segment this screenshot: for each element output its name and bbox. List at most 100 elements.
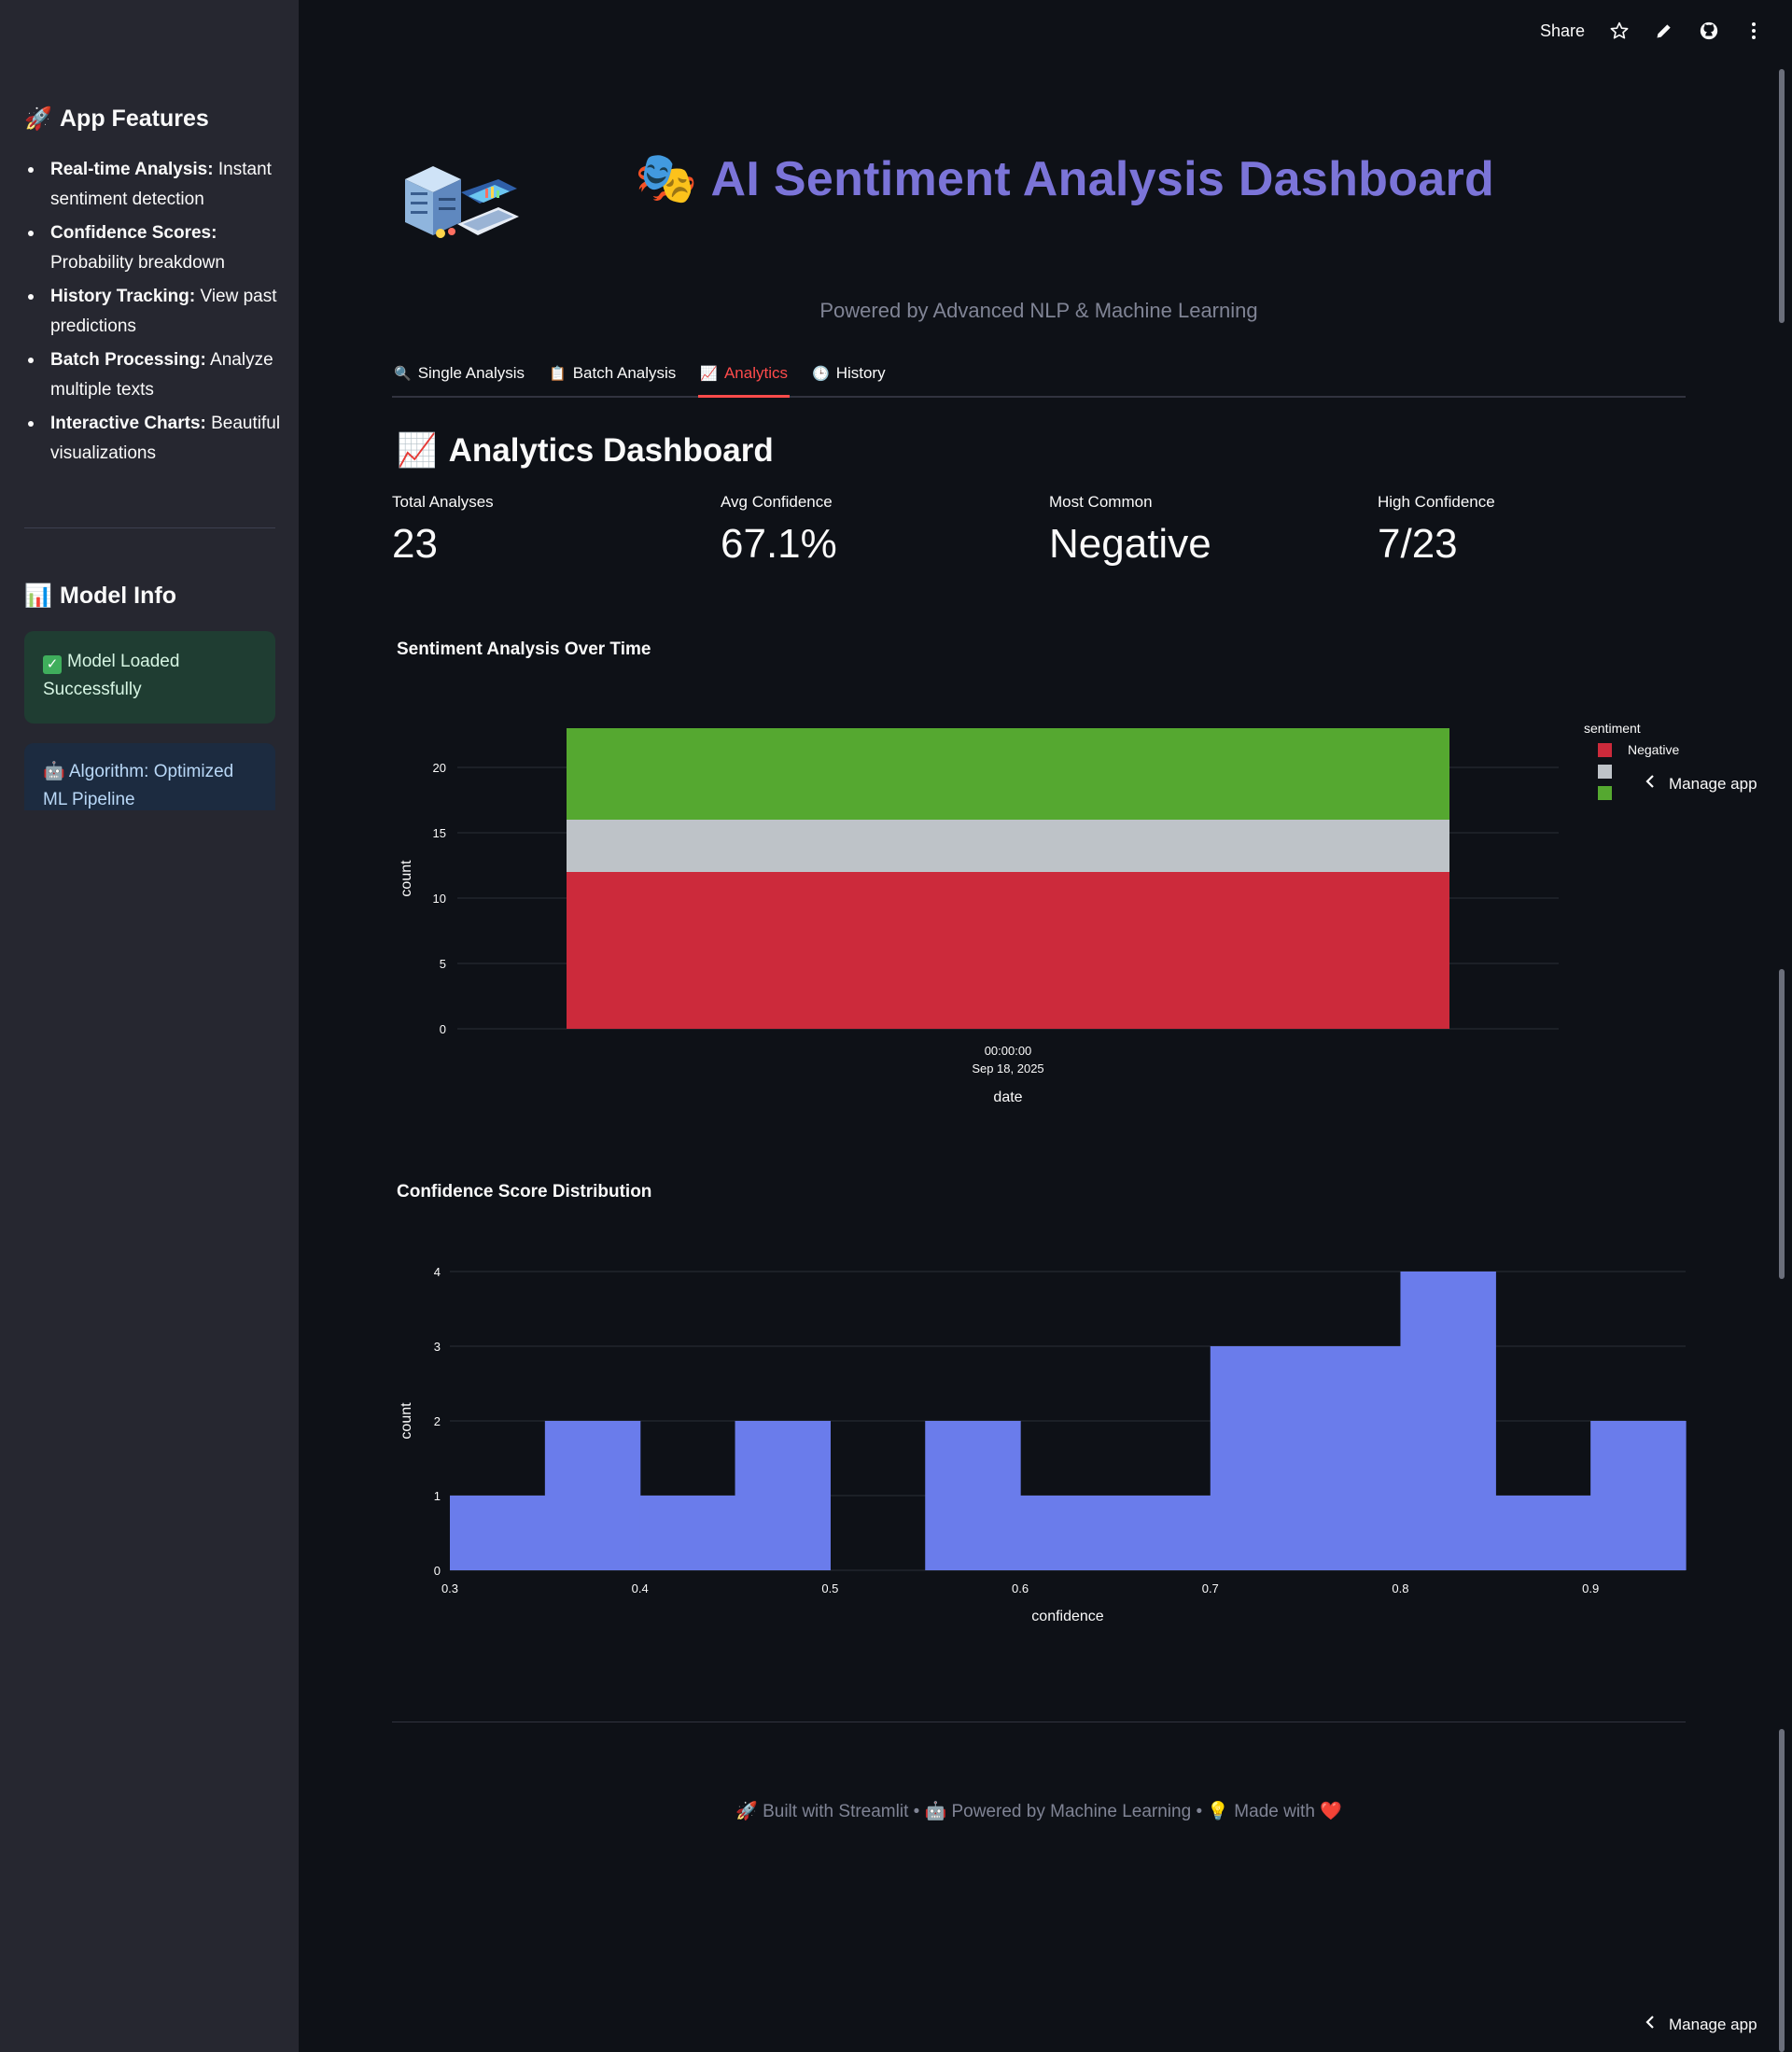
feature-item: Real-time Analysis: Instant sentiment de… bbox=[24, 155, 281, 215]
footer-text: 🚀 Built with Streamlit • 🤖 Powered by Ma… bbox=[735, 1802, 1342, 1821]
metric-value: Negative bbox=[1049, 521, 1211, 567]
bar-chart-icon: 📊 bbox=[24, 583, 52, 609]
y-axis-label: count bbox=[399, 860, 414, 897]
x-axis-label: confidence bbox=[1031, 1609, 1103, 1624]
y-tick-label: 0 bbox=[434, 1564, 441, 1578]
tab-single-analysis[interactable]: 🔍 Single Analysis bbox=[392, 355, 526, 392]
y-tick-label: 5 bbox=[440, 957, 446, 971]
rocket-icon: 🚀 bbox=[24, 106, 52, 132]
feature-title: Real-time Analysis bbox=[50, 160, 208, 179]
confidence-chart-title: Confidence Score Distribution bbox=[397, 1182, 652, 1202]
chart-increasing-icon: 📈 bbox=[397, 432, 438, 469]
metric-label: Avg Confidence bbox=[721, 493, 833, 511]
model-info-heading: 📊 Model Info bbox=[24, 583, 176, 609]
feature-item: Interactive Charts: Beautiful visualizat… bbox=[24, 409, 281, 469]
features-list: Real-time Analysis: Instant sentiment de… bbox=[24, 155, 281, 472]
histogram-bar bbox=[450, 1496, 546, 1570]
y-tick-label: 2 bbox=[434, 1414, 441, 1428]
tab-label: Batch Analysis bbox=[572, 364, 677, 382]
sidebar-divider bbox=[24, 527, 275, 528]
histogram-bar bbox=[1020, 1496, 1116, 1570]
metric-label: Most Common bbox=[1049, 493, 1153, 511]
bar-segment-0 bbox=[567, 872, 1449, 1029]
feature-desc: Probability breakdown bbox=[50, 253, 225, 273]
scrollbar-thumb-top[interactable] bbox=[1779, 69, 1785, 323]
manage-app-button-bottom[interactable]: Manage app bbox=[1645, 2015, 1757, 2034]
analytics-heading: 📈 Analytics Dashboard bbox=[397, 431, 774, 470]
y-tick-label: 20 bbox=[433, 761, 446, 775]
tab-bar: 🔍 Single Analysis 📋 Batch Analysis 📈 Analytic… bbox=[392, 355, 1686, 398]
feature-title: History Tracking bbox=[50, 287, 189, 306]
metric-value: 23 bbox=[392, 521, 438, 567]
model-status-success: ✓ Model Loaded Successfully bbox=[24, 631, 275, 724]
sentiment-chart-title: Sentiment Analysis Over Time bbox=[397, 639, 651, 659]
scrollbar-thumb-middle[interactable] bbox=[1779, 969, 1785, 1279]
feature-title: Confidence Scores bbox=[50, 223, 212, 243]
page-title: 🎭 AI Sentiment Analysis Dashboard bbox=[635, 150, 1495, 206]
more-menu-icon[interactable] bbox=[1743, 21, 1764, 41]
pencil-icon[interactable] bbox=[1654, 21, 1674, 41]
x-tick-label: 0.4 bbox=[632, 1581, 649, 1595]
histogram-bar bbox=[544, 1421, 641, 1570]
manage-app-button[interactable]: Manage app bbox=[1645, 774, 1757, 794]
feature-title: Batch Processing bbox=[50, 350, 201, 370]
x-tick-label: 0.9 bbox=[1582, 1581, 1599, 1595]
metric-value: 67.1% bbox=[721, 521, 837, 567]
x-tick-label: Sep 18, 2025 bbox=[972, 1061, 1043, 1075]
metric-most-common: Most Common Negative bbox=[1049, 493, 1211, 568]
top-toolbar: Share bbox=[1540, 21, 1764, 41]
bar-segment-1 bbox=[567, 820, 1449, 872]
sentiment-over-time-chart[interactable]: 0 5 10 15 20 00:00:00 Sep 18, 2025 date count sen… bbox=[392, 700, 1773, 1120]
x-axis-label: date bbox=[993, 1089, 1022, 1105]
data-center-illustration bbox=[401, 157, 523, 243]
histogram-bar bbox=[1400, 1272, 1496, 1570]
bar-segment-2 bbox=[567, 728, 1449, 820]
star-icon[interactable] bbox=[1609, 21, 1630, 41]
app-root: 🚀 App Features Real-time Analysis: Insta… bbox=[0, 0, 1792, 2052]
legend-title: sentiment bbox=[1584, 721, 1641, 736]
check-icon: ✓ bbox=[43, 655, 62, 674]
chevron-left-icon bbox=[1645, 774, 1656, 794]
tab-icon: 📈 bbox=[700, 366, 718, 382]
legend-swatch-1 bbox=[1598, 765, 1612, 779]
tab-label: History bbox=[835, 364, 886, 382]
github-icon[interactable] bbox=[1699, 21, 1719, 41]
legend-swatch-2 bbox=[1598, 786, 1612, 800]
feature-item: Batch Processing: Analyze multiple texts bbox=[24, 345, 281, 405]
share-button[interactable]: Share bbox=[1540, 21, 1585, 41]
sidebar: 🚀 App Features Real-time Analysis: Insta… bbox=[0, 0, 299, 2052]
histogram-bar bbox=[639, 1496, 736, 1570]
y-tick-label: 4 bbox=[434, 1265, 441, 1279]
metric-value: 7/23 bbox=[1378, 521, 1458, 567]
x-tick-label: 0.8 bbox=[1392, 1581, 1408, 1595]
scrollbar-thumb-bottom[interactable] bbox=[1779, 1729, 1785, 2052]
tab-icon: 🕒 bbox=[812, 366, 830, 382]
x-tick-label: 0.6 bbox=[1012, 1581, 1029, 1595]
histogram-bar bbox=[1114, 1496, 1211, 1570]
y-tick-label: 1 bbox=[434, 1489, 441, 1503]
tab-analytics[interactable]: 📈 Analytics bbox=[698, 355, 790, 398]
tab-icon: 🔍 bbox=[394, 366, 412, 382]
histogram-bar bbox=[1210, 1346, 1307, 1570]
metric-label: Total Analyses bbox=[392, 493, 494, 511]
y-tick-label: 0 bbox=[440, 1022, 446, 1036]
feature-item: History Tracking: View past predictions bbox=[24, 282, 281, 342]
tab-label: Single Analysis bbox=[417, 364, 525, 382]
y-tick-label: 10 bbox=[433, 892, 446, 906]
legend-swatch-0 bbox=[1598, 743, 1612, 757]
theater-masks-icon: 🎭 bbox=[635, 150, 698, 206]
metric-label: High Confidence bbox=[1378, 493, 1495, 511]
x-tick-label: 0.5 bbox=[821, 1581, 838, 1595]
metric-total-analyses: Total Analyses 23 bbox=[392, 493, 494, 568]
chevron-left-icon bbox=[1645, 2015, 1656, 2034]
legend-label: Negative bbox=[1628, 742, 1679, 757]
histogram-bar bbox=[735, 1421, 831, 1570]
confidence-distribution-chart[interactable]: 0 1 2 3 4 0.3 0.4 0.5 0.6 0.7 0.8 0.9 confidence coun… bbox=[392, 1251, 1717, 1643]
metric-high-confidence: High Confidence 7/23 bbox=[1378, 493, 1495, 568]
metric-avg-confidence: Avg Confidence 67.1% bbox=[721, 493, 837, 568]
y-axis-label: count bbox=[399, 1402, 414, 1440]
tab-history[interactable]: 🕒 History bbox=[810, 355, 888, 392]
tab-batch-analysis[interactable]: 📋 Batch Analysis bbox=[547, 355, 678, 392]
features-heading: 🚀 App Features bbox=[24, 105, 209, 132]
histogram-bar bbox=[1305, 1346, 1402, 1570]
